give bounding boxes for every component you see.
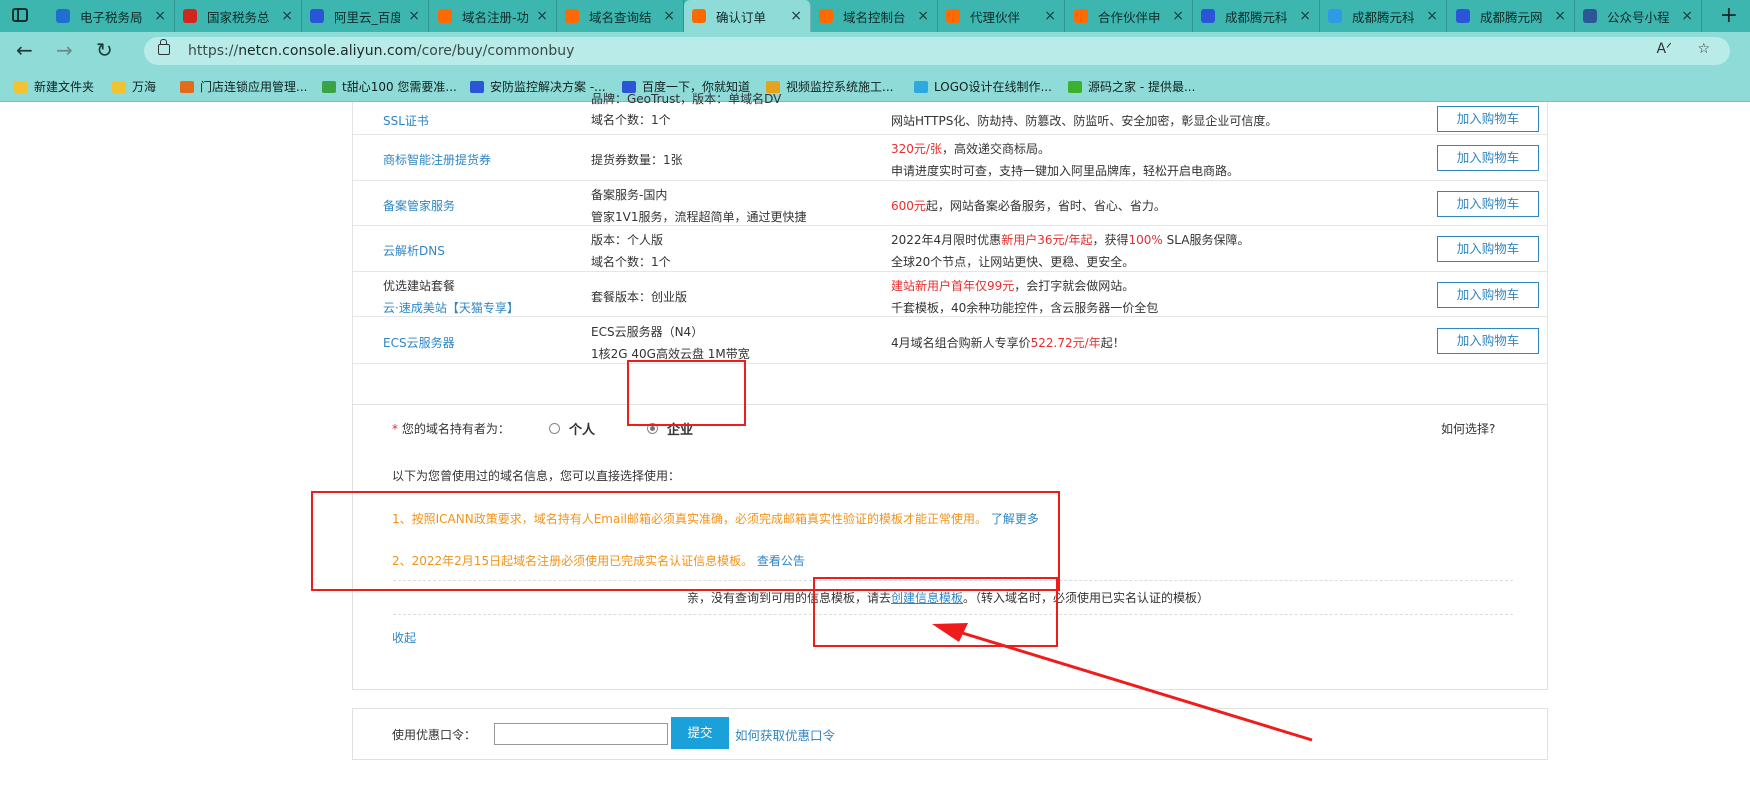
bookmarks-bar: 新建文件夹 万海 门店连锁应用管理... t甜心100 您需要准... 安防监控解决方案… <box>0 70 1750 102</box>
tab-title: 电子税务局 <box>80 9 143 25</box>
browser-tab[interactable]: 域名查询结 × <box>557 0 684 32</box>
aliyun-icon <box>692 9 706 23</box>
bookmark-label: 万海 <box>132 80 157 94</box>
reload-icon[interactable]: ↻ <box>96 40 113 60</box>
baidu-paw-icon <box>310 9 324 23</box>
browser-tab[interactable]: 域名控制台 × <box>811 0 938 32</box>
bookmark-label: 门店连锁应用管理... <box>200 80 308 94</box>
browser-tab[interactable]: 合作伙伴申 × <box>1066 0 1193 32</box>
browser-tab[interactable]: 确认订单 × <box>684 0 811 32</box>
aliyun-icon <box>438 9 452 23</box>
bookmark-label: LOGO设计在线制作... <box>934 80 1052 94</box>
app-grid-icon <box>180 80 194 93</box>
new-tab-button[interactable]: + <box>1720 3 1738 28</box>
close-icon[interactable]: × <box>1681 8 1693 24</box>
bookmark-label: 源码之家 - 提供最... <box>1088 80 1196 94</box>
close-icon[interactable]: × <box>1299 8 1311 24</box>
emblem-icon <box>183 9 197 23</box>
close-icon[interactable]: × <box>663 8 675 24</box>
bookmark-item[interactable]: LOGO设计在线制作... <box>914 78 1052 95</box>
bookmark-item[interactable]: 万海 <box>112 78 156 95</box>
baidu-paw-icon <box>1456 9 1470 23</box>
close-icon[interactable]: × <box>790 8 802 24</box>
bookmark-label: 新建文件夹 <box>34 80 95 94</box>
bookmark-item[interactable]: 门店连锁应用管理... <box>180 78 307 95</box>
browser-tab[interactable]: 电子税务局 × <box>48 0 175 32</box>
cloud-icon <box>322 80 336 93</box>
browser-tab[interactable]: 成都腾元科 × <box>1193 0 1320 32</box>
bookmark-item[interactable]: 安防监控解决方案 -... <box>470 78 606 95</box>
tab-title: 阿里云_百度 <box>334 9 401 25</box>
bookmark-item[interactable]: 新建文件夹 <box>14 78 94 95</box>
page-content: SSL证书 品牌：GeoTrust，版本：单域名DV 域名个数：1个 网站HTTPS化… <box>0 92 1750 787</box>
bookmark-label: t甜心100 您需要准... <box>342 80 457 94</box>
bookmark-label: 安防监控解决方案 -... <box>490 80 606 94</box>
tab-title: 代理伙伴 <box>970 9 1021 25</box>
word-doc-icon <box>1583 9 1597 23</box>
browser-tab[interactable]: 阿里云_百度 × <box>302 0 429 32</box>
close-icon[interactable]: × <box>917 8 929 24</box>
close-icon[interactable]: × <box>1172 8 1184 24</box>
url-text[interactable]: https://netcn.console.aliyun.com/core/bu… <box>188 43 574 59</box>
tab-title: 域名控制台 <box>843 9 906 25</box>
browser-tab[interactable]: 成都腾元科 × <box>1320 0 1447 32</box>
tab-title: 成都腾元网 <box>1480 9 1543 25</box>
forward-arrow-icon[interactable]: → <box>56 40 73 60</box>
read-aloud-icon[interactable]: Aᐟ <box>1656 41 1672 57</box>
browser-tab[interactable]: 成都腾元网 × <box>1448 0 1575 32</box>
browser-toolbar: ← → ↻ https://netcn.console.aliyun.com/c… <box>0 32 1750 70</box>
back-arrow-icon[interactable]: ← <box>16 40 33 60</box>
close-icon[interactable]: × <box>1044 8 1056 24</box>
close-icon[interactable]: × <box>408 8 420 24</box>
lock-icon[interactable] <box>158 39 170 55</box>
tab-title: 成都腾元科 <box>1225 9 1288 25</box>
tab-title: 确认订单 <box>716 9 767 25</box>
address-bar[interactable]: https://netcn.console.aliyun.com/core/bu… <box>144 37 1730 65</box>
bookmark-label: 视频监控系统施工... <box>786 80 894 94</box>
tab-title: 合作伙伴申 <box>1098 9 1161 25</box>
bookmark-item[interactable]: t甜心100 您需要准... <box>322 78 457 95</box>
baidu-paw-icon <box>470 80 484 93</box>
tab-title: 公众号小程 <box>1607 9 1670 25</box>
annotation-arrow <box>932 623 1313 742</box>
close-icon[interactable]: × <box>154 8 166 24</box>
tab-strip: 电子税务局 × 国家税务总 × 阿里云_百度 × 域名注册-功 × 域名查询结 × 确认订单 × 域名控… <box>0 0 1750 32</box>
close-icon[interactable]: × <box>1554 8 1566 24</box>
tab-title: 成都腾元科 <box>1352 9 1415 25</box>
aliyun-icon <box>565 9 579 23</box>
swirl-logo-icon <box>914 80 928 93</box>
browser-tab[interactable]: 国家税务总 × <box>175 0 302 32</box>
browser-tab[interactable]: 代理伙伴 × <box>938 0 1065 32</box>
circle-logo-icon <box>1328 9 1342 23</box>
bookmark-item[interactable]: 视频监控系统施工... <box>766 78 893 95</box>
tab-title: 域名注册-功 <box>462 9 529 25</box>
tab-title: 国家税务总 <box>207 9 270 25</box>
browser-tab[interactable]: 公众号小程 × <box>1575 0 1702 32</box>
close-icon[interactable]: × <box>1426 8 1438 24</box>
close-icon[interactable]: × <box>536 8 548 24</box>
favorites-star-icon[interactable]: ☆ <box>1697 41 1710 57</box>
tab-actions-icon[interactable] <box>12 8 28 22</box>
baidu-paw-icon <box>1201 9 1215 23</box>
tab-title: 域名查询结 <box>589 9 652 25</box>
close-icon[interactable]: × <box>281 8 293 24</box>
aliyun-icon <box>946 9 960 23</box>
aliyun-icon <box>819 9 833 23</box>
folder-icon <box>112 80 126 93</box>
folder-icon <box>14 80 28 93</box>
bookmark-item[interactable]: 源码之家 - 提供最... <box>1068 78 1195 95</box>
search-icon <box>56 9 70 23</box>
aliyun-icon <box>1074 9 1088 23</box>
m-logo-icon <box>1068 80 1082 93</box>
browser-tab[interactable]: 域名注册-功 × <box>430 0 557 32</box>
